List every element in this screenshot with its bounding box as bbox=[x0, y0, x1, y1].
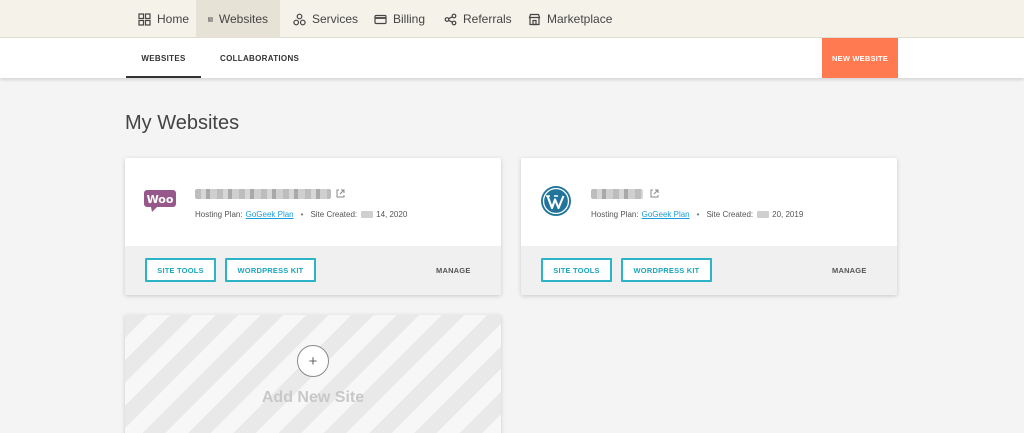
nav-item-marketplace[interactable]: Marketplace bbox=[516, 0, 624, 38]
wordpress-kit-button[interactable]: WORDPRESS KIT bbox=[621, 258, 712, 282]
hosting-plan-label: Hosting Plan: bbox=[591, 210, 639, 219]
browser-icon bbox=[208, 16, 213, 22]
site-created-date: 14, 2020 bbox=[376, 210, 408, 219]
manage-button[interactable]: MANAGE bbox=[436, 258, 471, 282]
nav-item-label: Home bbox=[157, 12, 190, 26]
site-card-body: Hosting Plan: GoGeek Plan • Site Created… bbox=[521, 158, 897, 246]
nav-item-websites[interactable]: Websites bbox=[196, 0, 280, 38]
wordpress-logo bbox=[541, 186, 571, 216]
external-link-icon[interactable] bbox=[649, 188, 660, 199]
nav-item-referrals[interactable]: Referrals bbox=[432, 0, 524, 38]
separator-dot: • bbox=[300, 210, 304, 219]
tab-collaborations[interactable]: COLLABORATIONS bbox=[220, 38, 299, 78]
redacted-month bbox=[361, 211, 374, 218]
external-link-icon[interactable] bbox=[335, 188, 346, 199]
woo-logo-text: Woo bbox=[147, 193, 174, 206]
tab-websites[interactable]: WEBSITES bbox=[126, 38, 201, 78]
redacted-month bbox=[757, 211, 770, 218]
new-website-button[interactable]: NEW WEBSITE bbox=[822, 38, 898, 78]
site-tools-button[interactable]: SITE TOOLS bbox=[541, 258, 612, 282]
nav-item-home[interactable]: Home bbox=[126, 0, 201, 38]
site-tools-button[interactable]: SITE TOOLS bbox=[145, 258, 216, 282]
services-icon bbox=[293, 13, 306, 25]
site-meta: Hosting Plan: GoGeek Plan • Site Created… bbox=[591, 210, 803, 219]
nav-item-services[interactable]: Services bbox=[281, 0, 370, 38]
site-card: Woo Hosting Plan: GoGeek Plan • Site Cre… bbox=[125, 158, 501, 295]
page-title: My Websites bbox=[125, 112, 240, 134]
separator-dot: • bbox=[696, 210, 700, 219]
hosting-plan-link[interactable]: GoGeek Plan bbox=[246, 210, 294, 219]
add-new-site-label: Add New Site bbox=[261, 389, 365, 406]
tab-label: COLLABORATIONS bbox=[220, 53, 300, 63]
sub-navigation: WEBSITES COLLABORATIONS NEW WEBSITE bbox=[0, 38, 1024, 78]
site-created-label: Site Created: bbox=[310, 210, 358, 219]
nav-item-label: Marketplace bbox=[547, 12, 613, 26]
site-card: Hosting Plan: GoGeek Plan • Site Created… bbox=[521, 158, 897, 295]
site-created-label: Site Created: bbox=[706, 210, 754, 219]
nav-item-label: Services bbox=[312, 12, 359, 26]
woocommerce-logo: Woo bbox=[144, 190, 176, 212]
plus-icon[interactable]: + bbox=[297, 345, 329, 377]
share-icon bbox=[444, 13, 457, 25]
hosting-plan-link[interactable]: GoGeek Plan bbox=[642, 210, 690, 219]
wordpress-kit-button[interactable]: WORDPRESS KIT bbox=[225, 258, 316, 282]
hosting-plan-label: Hosting Plan: bbox=[195, 210, 243, 219]
card-icon bbox=[374, 14, 387, 24]
grid-icon bbox=[138, 12, 151, 26]
nav-item-label: Referrals bbox=[463, 12, 512, 26]
site-card-body: Woo Hosting Plan: GoGeek Plan • Site Cre… bbox=[125, 158, 501, 246]
tab-label: WEBSITES bbox=[141, 53, 186, 63]
site-created-date: 20, 2019 bbox=[772, 210, 804, 219]
manage-button[interactable]: MANAGE bbox=[832, 258, 867, 282]
top-navigation: Home Websites Services Billing Referrals… bbox=[0, 0, 1024, 38]
site-name-redacted bbox=[591, 189, 643, 199]
nav-item-label: Websites bbox=[218, 12, 268, 26]
nav-item-billing[interactable]: Billing bbox=[362, 0, 437, 38]
add-new-site-card[interactable]: + Add New Site bbox=[125, 315, 501, 433]
site-name-redacted bbox=[195, 189, 331, 199]
site-meta: Hosting Plan: GoGeek Plan • Site Created… bbox=[195, 210, 407, 219]
store-icon bbox=[528, 13, 541, 25]
nav-item-label: Billing bbox=[393, 12, 426, 26]
